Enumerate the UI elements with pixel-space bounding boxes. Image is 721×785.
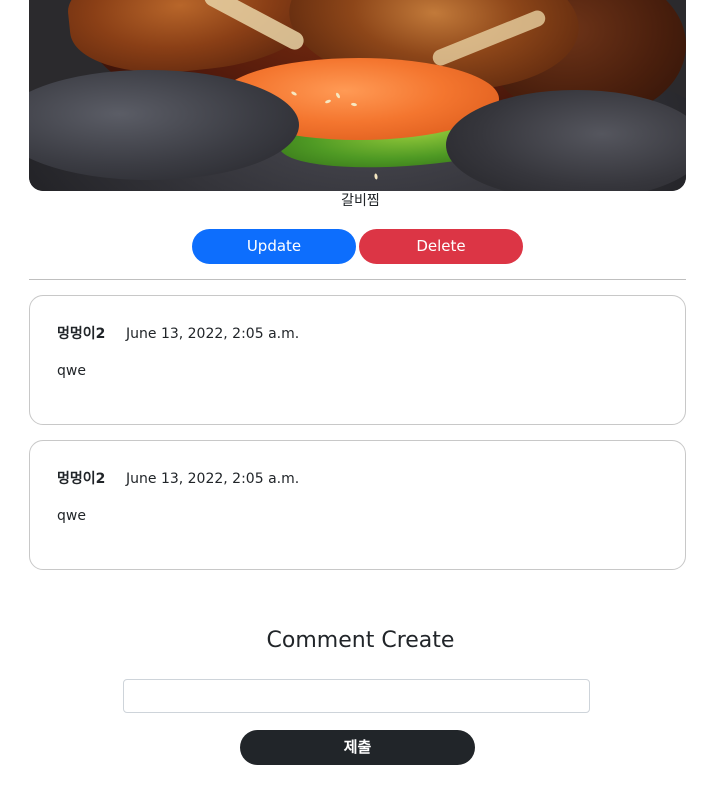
delete-button[interactable]: Delete — [359, 229, 523, 264]
comment-body: qwe — [57, 363, 86, 379]
section-divider — [29, 279, 686, 280]
comment-card: 멍멍이2 June 13, 2022, 2:05 a.m. qwe — [29, 295, 686, 425]
comment-date: June 13, 2022, 2:05 a.m. — [126, 471, 300, 487]
comment-input[interactable] — [123, 679, 590, 713]
comment-card: 멍멍이2 June 13, 2022, 2:05 a.m. qwe — [29, 440, 686, 570]
post-caption: 갈비찜 — [341, 193, 380, 209]
comment-create-title: Comment Create — [266, 628, 455, 653]
post-detail-page: 갈비찜 Update Delete 멍멍이2 June 13, 2022, 2:… — [0, 0, 721, 785]
comment-author: 멍멍이2 — [57, 326, 106, 342]
comment-date: June 13, 2022, 2:05 a.m. — [126, 326, 300, 342]
comment-author: 멍멍이2 — [57, 471, 106, 487]
comment-body: qwe — [57, 508, 86, 524]
post-image — [29, 0, 686, 191]
update-button[interactable]: Update — [192, 229, 356, 264]
submit-button[interactable]: 제출 — [240, 730, 475, 765]
